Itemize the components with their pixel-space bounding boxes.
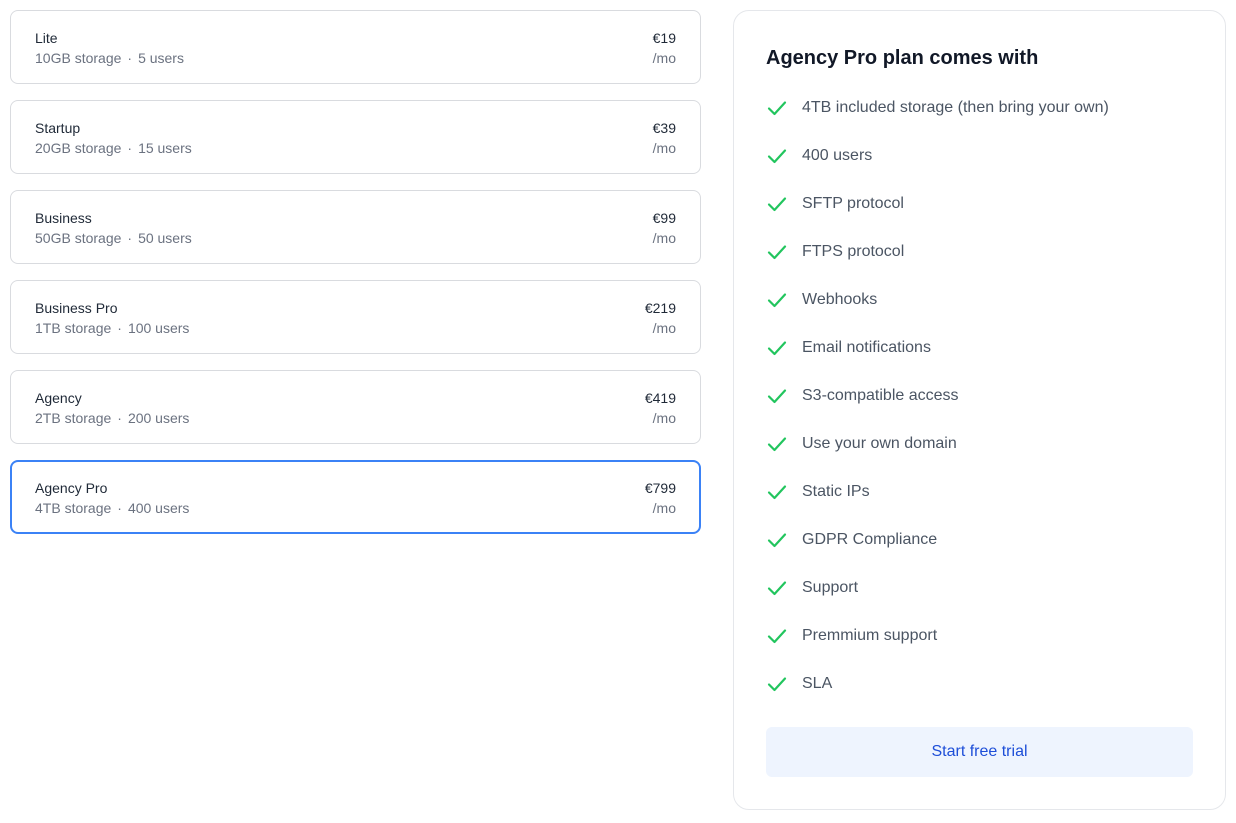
check-icon [767, 341, 787, 356]
feature-label: Support [802, 579, 859, 596]
plan-details: 2TB storage · 200 users [35, 410, 189, 426]
feature-item: 4TB included storage (then bring your ow… [766, 97, 1109, 145]
feature-item: Premmium support [766, 625, 1109, 673]
check-icon [767, 485, 787, 500]
separator: · [117, 320, 122, 336]
feature-label: FTPS protocol [802, 243, 905, 260]
plan-period: /mo [652, 320, 676, 336]
plan-name: Lite [35, 30, 58, 46]
feature-item: GDPR Compliance [766, 529, 1109, 577]
feature-label: S3-compatible access [802, 387, 959, 404]
plan-price: €799 [644, 480, 676, 496]
plan-name: Agency [35, 390, 82, 406]
plan-price: €99 [652, 210, 676, 226]
plan-option-startup[interactable]: Startup 20GB storage · 15 users €39 /mo [10, 100, 701, 174]
feature-label: GDPR Compliance [802, 531, 938, 548]
check-icon [767, 293, 787, 308]
feature-label: 400 users [802, 147, 873, 164]
plan-storage: 10GB storage [35, 50, 122, 66]
plan-storage: 50GB storage [35, 230, 122, 246]
separator: · [127, 140, 133, 156]
check-icon [767, 677, 787, 692]
plan-storage: 1TB storage [35, 320, 112, 336]
feature-label: SFTP protocol [802, 195, 904, 212]
feature-label: SLA [802, 675, 833, 692]
plan-option-lite[interactable]: Lite 10GB storage · 5 users €19 /mo [10, 10, 701, 84]
plan-details: 20GB storage · 15 users [35, 140, 192, 156]
feature-label: Static IPs [802, 483, 870, 500]
feature-item: FTPS protocol [766, 241, 1109, 289]
separator: · [127, 230, 133, 246]
check-icon [767, 533, 787, 548]
feature-item: S3-compatible access [766, 385, 1109, 433]
feature-item: Support [766, 577, 1109, 625]
check-icon [767, 149, 787, 164]
plan-details: 1TB storage · 100 users [35, 320, 189, 336]
plan-name: Business [35, 210, 92, 226]
plan-price: €39 [652, 120, 676, 136]
feature-item: SLA [766, 673, 1109, 721]
plan-users: 100 users [127, 320, 190, 336]
plan-price: €419 [644, 390, 676, 406]
plan-users: 200 users [127, 410, 190, 426]
check-icon [767, 101, 787, 116]
plan-name: Agency Pro [35, 480, 108, 496]
plan-details: 50GB storage · 50 users [35, 230, 192, 246]
plan-storage: 20GB storage [35, 140, 122, 156]
plan-period: /mo [652, 140, 676, 156]
start-free-trial-button[interactable]: Start free trial [766, 727, 1193, 777]
plan-storage: 2TB storage [35, 410, 112, 426]
plan-price: €219 [644, 300, 676, 316]
check-icon [767, 389, 787, 404]
separator: · [117, 410, 122, 426]
features-title: Agency Pro plan comes with [766, 47, 1039, 69]
check-icon [767, 437, 787, 452]
feature-label: Premmium support [802, 627, 938, 644]
feature-item: Static IPs [766, 481, 1109, 529]
plan-users: 50 users [138, 230, 192, 246]
separator: · [127, 50, 133, 66]
plan-details: 4TB storage · 400 users [35, 500, 189, 516]
plan-storage: 4TB storage [35, 500, 112, 516]
feature-item: Use your own domain [766, 433, 1109, 481]
plan-option-agency-pro[interactable]: Agency Pro 4TB storage · 400 users €799 /m… [10, 460, 701, 534]
plan-name: Startup [35, 120, 81, 136]
separator: · [117, 500, 122, 516]
plan-option-business-pro[interactable]: Business Pro 1TB storage · 100 users €219 … [10, 280, 701, 354]
plan-period: /mo [652, 500, 676, 516]
check-icon [767, 197, 787, 212]
feature-item: Webhooks [766, 289, 1109, 337]
plan-option-business[interactable]: Business 50GB storage · 50 users €99 /mo [10, 190, 701, 264]
plan-option-agency[interactable]: Agency 2TB storage · 200 users €419 /mo [10, 370, 701, 444]
feature-label: Webhooks [802, 291, 878, 308]
plan-price: €19 [652, 30, 676, 46]
feature-label: Use your own domain [802, 435, 957, 452]
check-icon [767, 581, 787, 596]
plan-details: 10GB storage · 5 users [35, 50, 184, 66]
feature-item: 400 users [766, 145, 1109, 193]
check-icon [767, 245, 787, 260]
plan-users: 15 users [138, 140, 192, 156]
plan-period: /mo [652, 230, 676, 246]
check-icon [767, 629, 787, 644]
plan-users: 5 users [138, 50, 184, 66]
feature-label: Email notifications [802, 339, 931, 356]
feature-list: 4TB included storage (then bring your ow… [766, 97, 1109, 721]
feature-item: Email notifications [766, 337, 1109, 385]
plan-name: Business Pro [35, 300, 118, 316]
plan-period: /mo [652, 410, 676, 426]
plan-users: 400 users [127, 500, 190, 516]
plan-features-panel: Agency Pro plan comes with 4TB included … [733, 10, 1226, 810]
plan-list: Lite 10GB storage · 5 users €19 /mo Startu… [10, 10, 701, 550]
feature-label: 4TB included storage (then bring your ow… [802, 99, 1109, 116]
feature-item: SFTP protocol [766, 193, 1109, 241]
plan-period: /mo [652, 50, 676, 66]
